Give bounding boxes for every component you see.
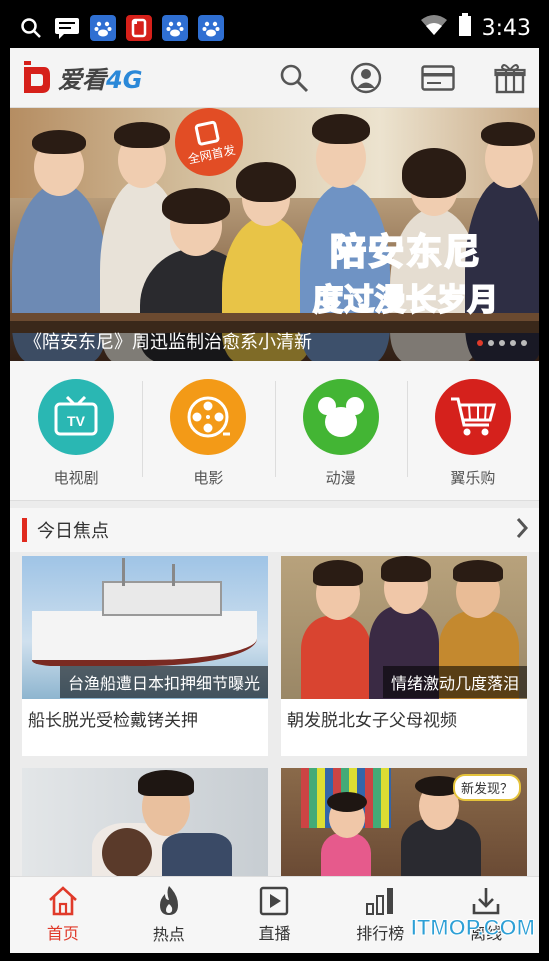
app-screen: 3:43 爱看4G 全网首发 陪安东尼 度过漫长岁月 《陪安东尼》周迅监制治愈系… — [10, 8, 539, 953]
category-movie[interactable]: 电影 — [142, 361, 274, 500]
news-sticker: 新发现？ — [452, 774, 521, 801]
nav-label: 首页 — [46, 924, 79, 943]
section-header-today[interactable]: 今日焦点 — [10, 508, 539, 552]
app-header: 爱看4G — [10, 48, 539, 108]
gift-icon[interactable] — [493, 61, 527, 95]
status-time: 3:43 — [481, 15, 531, 41]
carousel-dot[interactable] — [488, 340, 494, 346]
home-icon — [49, 886, 77, 916]
banner-title-line1: 陪安东尼 — [329, 231, 482, 274]
news-overlay-text: 台渔船遭日本扣押细节曝光 — [59, 666, 268, 698]
nav-hot[interactable]: 热点 — [116, 877, 222, 953]
film-reel-icon — [170, 379, 247, 455]
search-status-icon — [18, 15, 44, 41]
nav-label: 直播 — [258, 924, 291, 943]
hero-banner[interactable]: 全网首发 陪安东尼 度过漫长岁月 《陪安东尼》周迅监制治愈系小清新 — [10, 108, 539, 361]
wifi-icon — [420, 14, 448, 42]
news-grid: 台渔船遭日本扣押细节曝光 船长脱光受检戴铐关押 情绪激动几度落泪 朝发脱北女子父… — [22, 556, 527, 878]
app-logo[interactable]: 爱看4G — [22, 60, 142, 95]
chevron-right-icon[interactable] — [515, 517, 529, 543]
section-title: 今日焦点 — [37, 521, 109, 542]
flame-icon — [159, 886, 178, 915]
category-label: 电影 — [193, 469, 224, 487]
carousel-indicator — [477, 340, 527, 346]
category-tv[interactable]: TV 电视剧 — [10, 361, 142, 500]
battery-icon — [458, 13, 472, 43]
play-icon — [260, 886, 289, 916]
banner-title: 陪安东尼 度过漫长岁月 — [312, 223, 499, 319]
banner-title-line2: 度过漫长岁月 — [312, 282, 499, 319]
banner-badge-text: 全网首发 — [186, 142, 237, 167]
category-row: TV 电视剧 电影 动漫 翼乐购 — [10, 361, 539, 501]
banner-caption: 《陪安东尼》周迅监制治愈系小清新 — [10, 321, 539, 361]
iqiyi-status-icon — [126, 15, 152, 41]
download-icon — [472, 888, 500, 915]
logo-text-main: 爱看 — [58, 66, 106, 94]
logo-text-suffix: 4G — [106, 66, 143, 94]
logo-icon — [24, 60, 50, 93]
category-label: 电视剧 — [53, 469, 99, 487]
news-card[interactable] — [22, 768, 268, 878]
svg-text:TV: TV — [67, 413, 86, 429]
mickey-icon — [302, 379, 379, 455]
news-title: 船长脱光受检戴铐关押 — [28, 711, 198, 731]
bars-icon — [366, 888, 394, 915]
news-thumbnail — [22, 768, 268, 878]
site-watermark: ITMOP.COM — [410, 915, 535, 941]
carousel-dot[interactable] — [521, 340, 527, 346]
nav-label: 排行榜 — [356, 924, 405, 943]
carousel-dot[interactable] — [477, 340, 483, 346]
baidu-status-icon-2 — [162, 15, 188, 41]
category-anime[interactable]: 动漫 — [274, 361, 407, 500]
status-bar: 3:43 — [10, 8, 539, 48]
news-card[interactable]: 新发现？ — [281, 768, 527, 878]
category-label: 翼乐购 — [450, 469, 496, 487]
baidu-status-icon-3 — [198, 15, 224, 41]
nav-live[interactable]: 直播 — [222, 877, 328, 953]
user-icon[interactable] — [349, 61, 383, 95]
category-label: 动漫 — [325, 469, 356, 487]
news-card[interactable]: 台渔船遭日本扣押细节曝光 船长脱光受检戴铐关押 — [22, 556, 268, 756]
banner-caption-text: 《陪安东尼》周迅监制治愈系小清新 — [24, 332, 312, 353]
nav-label: 热点 — [152, 925, 185, 944]
section-accent-bar — [22, 518, 27, 542]
cart-icon — [434, 379, 511, 455]
search-icon[interactable] — [277, 61, 311, 95]
carousel-dot[interactable] — [510, 340, 516, 346]
carousel-dot[interactable] — [499, 340, 505, 346]
tv-icon: TV — [38, 379, 115, 455]
news-title: 朝发脱北女子父母视频 — [287, 711, 457, 731]
card-icon[interactable] — [421, 61, 455, 95]
nav-home[interactable]: 首页 — [10, 877, 116, 953]
news-overlay-text: 情绪激动几度落泪 — [382, 666, 527, 698]
news-thumbnail: 新发现？ — [281, 768, 527, 878]
news-card[interactable]: 情绪激动几度落泪 朝发脱北女子父母视频 — [281, 556, 527, 756]
category-shop[interactable]: 翼乐购 — [406, 361, 539, 500]
message-status-icon — [54, 15, 80, 41]
baidu-status-icon — [90, 15, 116, 41]
